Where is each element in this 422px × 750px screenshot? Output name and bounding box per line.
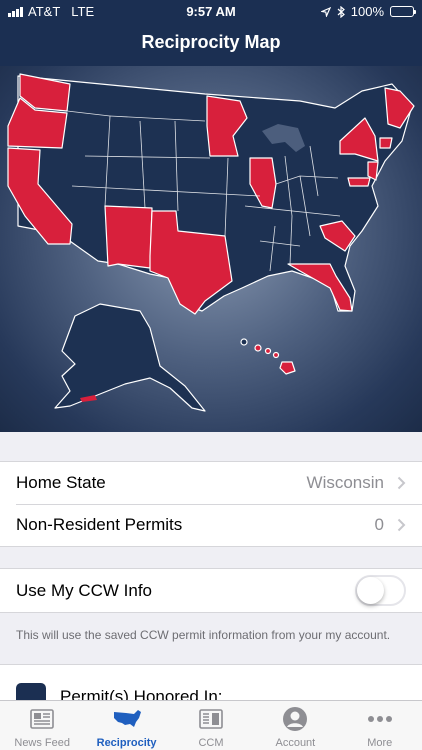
state-hawaii-big	[279, 361, 296, 375]
newspaper-icon	[30, 709, 54, 729]
home-state-row[interactable]: Home State Wisconsin	[0, 462, 422, 504]
tab-label: More	[367, 737, 393, 749]
tab-account[interactable]: Account	[253, 701, 337, 750]
chevron-right-icon	[397, 476, 406, 490]
use-ccw-row: Use My CCW Info	[0, 569, 422, 612]
more-dots-icon	[367, 716, 392, 722]
state-settings-group: Home State Wisconsin Non-Resident Permit…	[0, 461, 422, 547]
state-hawaii-3	[264, 347, 272, 355]
tab-label: Reciprocity	[96, 737, 157, 749]
state-new-jersey	[367, 161, 379, 181]
location-arrow-icon	[320, 6, 331, 17]
tab-more[interactable]: More	[338, 701, 422, 750]
state-maryland	[347, 177, 371, 187]
reciprocity-map[interactable]	[0, 66, 422, 432]
home-state-value: Wisconsin	[306, 473, 384, 492]
nonresident-permits-row[interactable]: Non-Resident Permits 0	[0, 504, 422, 546]
tab-label: Account	[275, 737, 316, 749]
chevron-right-icon	[397, 518, 406, 532]
user-avatar-icon	[283, 707, 308, 731]
toggle-knob	[357, 577, 384, 604]
permits-honored-section: Permit(s) Honored In:	[0, 664, 422, 704]
state-maine	[384, 87, 415, 129]
magazine-icon	[198, 709, 223, 729]
ccw-note: This will use the saved CCW permit infor…	[16, 628, 391, 642]
state-new-mexico	[104, 205, 153, 269]
tab-label: News Feed	[14, 737, 71, 749]
ccw-settings-group: Use My CCW Info	[0, 568, 422, 613]
state-hawaii-1	[240, 338, 248, 346]
home-state-label: Home State	[16, 473, 106, 492]
nonresident-permits-count: 0	[374, 515, 384, 534]
tab-ccm[interactable]: CCM	[169, 701, 253, 750]
battery-percent: 100%	[350, 4, 384, 19]
tab-label: CCM	[198, 737, 224, 749]
us-map-icon	[7, 73, 415, 412]
battery-icon	[390, 6, 416, 17]
page-title: Reciprocity Map	[141, 32, 281, 52]
nonresident-permits-label: Non-Resident Permits	[16, 515, 183, 534]
state-hawaii-4	[272, 351, 280, 359]
tab-bar: News Feed Reciprocity CCM Account More	[0, 700, 422, 750]
use-ccw-label: Use My CCW Info	[16, 580, 153, 600]
state-hawaii-2	[254, 344, 262, 352]
state-connecticut	[379, 137, 393, 149]
tab-reciprocity[interactable]: Reciprocity	[84, 701, 168, 750]
use-ccw-toggle[interactable]	[355, 575, 406, 606]
bluetooth-icon	[337, 5, 345, 18]
header: AT&T LTE 9:57 AM 100% Reciprocity Map	[0, 0, 422, 66]
tab-news-feed[interactable]: News Feed	[0, 701, 84, 750]
state-alaska	[54, 303, 206, 412]
us-map-icon	[114, 710, 142, 727]
status-bar: AT&T LTE 9:57 AM 100%	[0, 0, 422, 22]
